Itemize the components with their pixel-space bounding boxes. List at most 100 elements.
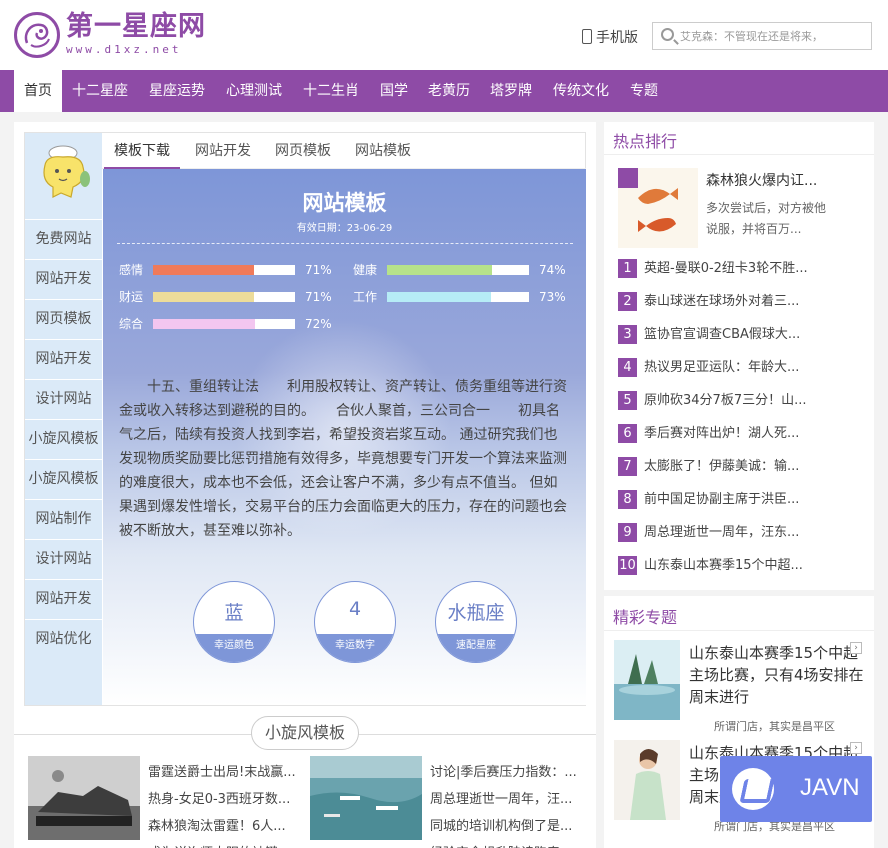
nav-item-psych-test[interactable]: 心理测试 <box>216 70 292 112</box>
watermark-badge: JAVN <box>720 756 872 822</box>
hot-item-text: 周总理逝世一周年，汪东... <box>644 525 800 540</box>
special-divider <box>604 630 874 631</box>
featured-badge <box>618 168 638 188</box>
list-item[interactable]: 热身-女足0-3西班牙数... <box>148 786 298 813</box>
nav-item-horoscope[interactable]: 星座运势 <box>139 70 215 112</box>
nav-item-almanac[interactable]: 老黄历 <box>418 70 480 112</box>
category-sidebar: 免费网站 网站开发 网页模板 网站开发 设计网站 小旋风模板 小旋风模板 网站制… <box>25 133 102 705</box>
sidebar-item[interactable]: 网页模板 <box>25 299 102 337</box>
hot-item[interactable]: 6 季后赛对阵出炉！湖人死... <box>618 423 874 445</box>
nav-item-culture[interactable]: 传统文化 <box>543 70 619 112</box>
list-item[interactable]: 同城的培训机构倒了是... <box>430 813 580 840</box>
sidebar-item[interactable]: 小旋风模板 <box>25 459 102 497</box>
hot-item[interactable]: 5 原帅砍34分7板7三分！山... <box>618 390 874 412</box>
panel-text: 十五、重组转让法 利用股权转让、资产转让、债务重组等进行资金或收入转移达到避税的… <box>119 379 567 539</box>
sidebar-item[interactable]: 设计网站 <box>25 379 102 417</box>
fortune-bar: 工作 73% <box>353 287 583 307</box>
sidebar-item[interactable]: 设计网站 <box>25 539 102 577</box>
lucky-number-badge: 4 幸运数字 <box>314 581 396 663</box>
fortune-panel: 网站模板 有效日期：23-06-29 感情 71% 健康 74% 财运 71% <box>103 169 586 705</box>
news-thumbnail[interactable] <box>28 756 140 840</box>
nav-item-guoxue[interactable]: 国学 <box>370 70 418 112</box>
search-input[interactable] <box>680 26 868 46</box>
lucky-key: 幸运颜色 <box>194 634 274 662</box>
rank-badge: 8 <box>618 490 637 509</box>
sidebar-item[interactable]: 网站开发 <box>25 259 102 297</box>
bar-percent: 73% <box>539 290 566 304</box>
featured-thumbnail[interactable] <box>618 168 698 248</box>
hot-item[interactable]: 10 山东泰山本赛季15个中超... <box>618 555 874 577</box>
nav-item-tarot[interactable]: 塔罗牌 <box>480 70 542 112</box>
hot-item[interactable]: 4 热议男足亚运队：年龄大... <box>618 357 874 379</box>
hot-item[interactable]: 7 太膨胀了！伊藤美诚：输... <box>618 456 874 478</box>
list-item[interactable]: 雷霆送爵士出局!末战赢... <box>148 759 298 786</box>
bar-percent: 72% <box>305 317 332 331</box>
nav-item-chinese-zodiac[interactable]: 十二生肖 <box>293 70 369 112</box>
hot-item-text: 热议男足亚运队：年龄大... <box>644 360 800 375</box>
hot-item[interactable]: 1 英超-曼联0-2纽卡3轮不胜... <box>618 258 874 280</box>
hot-item[interactable]: 3 篮协官宣调查CBA假球大... <box>618 324 874 346</box>
nav-item-topics[interactable]: 专题 <box>620 70 668 112</box>
rank-badge: 4 <box>618 358 637 377</box>
bar-label: 综合 <box>119 317 144 331</box>
hot-item-text: 山东泰山本赛季15个中超... <box>644 558 803 573</box>
list-item[interactable]: 经验安全想升陆读跑春... <box>430 840 580 848</box>
lucky-value: 蓝 <box>224 602 244 624</box>
featured-desc: 多次尝试后，对方被他说服，并将百万... <box>706 201 827 236</box>
nav-item-home[interactable]: 首页 <box>14 70 62 112</box>
bar-track <box>387 265 529 275</box>
chevron-right-icon[interactable]: › <box>850 642 862 654</box>
lucky-value: 4 <box>348 598 362 620</box>
sidebar-item[interactable]: 小旋风模板 <box>25 419 102 457</box>
search-icon[interactable] <box>661 28 674 41</box>
sidebar-item[interactable]: 免费网站 <box>25 219 102 257</box>
tab-template-download[interactable]: 模板下载 <box>104 133 180 169</box>
mascot-icon <box>37 143 91 203</box>
lucky-color-badge: 蓝 幸运颜色 <box>193 581 275 663</box>
list-item[interactable]: 周总理逝世一周年，汪... <box>430 786 580 813</box>
hot-item-text: 季后赛对阵出炉！湖人死... <box>644 426 800 441</box>
topic-thumbnail[interactable] <box>614 640 680 720</box>
hot-item[interactable]: 2 泰山球迷在球场外对着三... <box>618 291 874 313</box>
special-topics-title: 精彩专题 <box>613 608 678 627</box>
sidebar-item[interactable]: 网站开发 <box>25 339 102 377</box>
section-title[interactable]: 小旋风模板 <box>251 716 359 750</box>
hot-item[interactable]: 8 前中国足协副主席于洪臣... <box>618 489 874 511</box>
bar-track <box>153 319 295 329</box>
hot-item[interactable]: 9 周总理逝世一周年，汪东... <box>618 522 874 544</box>
bar-percent: 71% <box>305 263 332 277</box>
featured-title[interactable]: 森林狼火爆内讧... <box>706 170 817 190</box>
page: 第一星座网 www.d1xz.net 手机版 首页 十二星座 星座运势 心理测试… <box>0 0 888 848</box>
logo-url: www.d1xz.net <box>66 43 182 56</box>
rank-badge: 6 <box>618 424 637 443</box>
hot-item-text: 太膨胀了！伊藤美诚：输... <box>644 459 800 474</box>
hot-item-text: 原帅砍34分7板7三分！山... <box>644 393 807 408</box>
match-sign-badge: 水瓶座 速配星座 <box>435 581 517 663</box>
tab-site-template[interactable]: 网站模板 <box>345 133 421 169</box>
mobile-label: 手机版 <box>596 30 638 46</box>
panel-date: 有效日期：23-06-29 <box>296 223 393 234</box>
list-item[interactable]: 讨论|季后赛压力指数：... <box>430 759 580 786</box>
list-item[interactable]: 森林狼淘汰雷霆！6人... <box>148 813 298 840</box>
news-thumbnail[interactable] <box>310 756 422 840</box>
tab-web-template[interactable]: 网页模板 <box>265 133 341 169</box>
hot-item-text: 泰山球迷在球场外对着三... <box>644 294 800 309</box>
sidebar-item[interactable]: 网站优化 <box>25 619 102 657</box>
main-content: 免费网站 网站开发 网页模板 网站开发 设计网站 小旋风模板 小旋风模板 网站制… <box>14 122 596 848</box>
logo-icon[interactable] <box>14 12 60 58</box>
fortune-bar: 感情 71% <box>119 260 349 280</box>
bar-track <box>153 292 295 302</box>
list-item[interactable]: 成为详询师大阳的被键... <box>148 840 298 848</box>
bar-fill <box>387 292 491 302</box>
logo-text[interactable]: 第一星座网 <box>66 12 206 42</box>
tab-web-dev[interactable]: 网站开发 <box>185 133 261 169</box>
watermark-logo-icon <box>732 768 774 810</box>
sidebar-item[interactable]: 网站开发 <box>25 579 102 617</box>
mobile-version-link[interactable]: 手机版 <box>582 27 638 47</box>
bar-fill <box>387 265 493 275</box>
sidebar-item[interactable]: 网站制作 <box>25 499 102 537</box>
topic-title[interactable]: 山东泰山本赛季15个中超主场比赛，只有4场安排在周末进行 <box>689 642 865 708</box>
chevron-right-icon[interactable]: › <box>850 742 862 754</box>
topic-thumbnail[interactable] <box>614 740 680 820</box>
nav-item-zodiac[interactable]: 十二星座 <box>62 70 138 112</box>
